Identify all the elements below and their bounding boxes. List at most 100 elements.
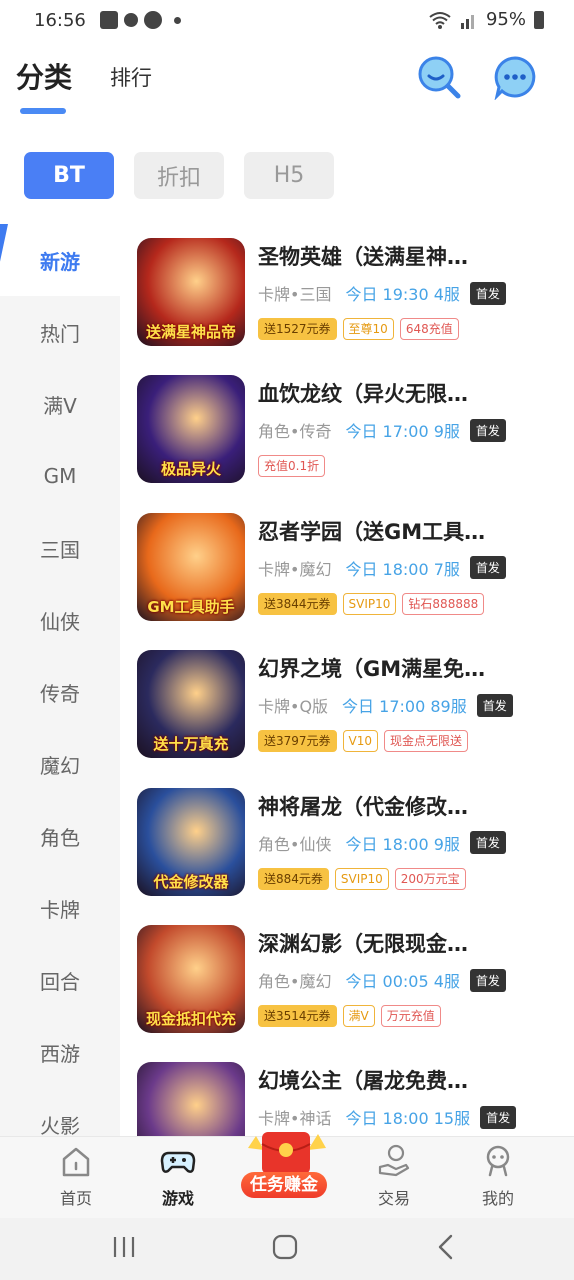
sidebar-item-turn-based[interactable]: 回合	[0, 944, 120, 1016]
game-tags: 送3797元券 V10 现金点无限送	[258, 730, 469, 753]
game-meta: 角色•仙侠 今日 18:00 9服 首发	[258, 831, 506, 855]
sidebar-item-legend[interactable]: 传奇	[0, 656, 120, 728]
game-meta: 角色•魔幻 今日 00:05 4服 首发	[258, 968, 506, 992]
recent-apps-icon[interactable]	[112, 1234, 136, 1260]
message-icon	[494, 56, 536, 101]
game-tags: 送884元券 SVIP10 200万元宝	[258, 867, 466, 890]
game-icon-caption: 送满星神品帝	[145, 323, 236, 341]
back-icon[interactable]	[436, 1234, 456, 1260]
first-release-badge: 首发	[480, 1105, 517, 1129]
server-open-time: 今日 17:00 9服	[345, 422, 460, 442]
game-name: 神将屠龙（代金修改…	[258, 794, 468, 819]
game-card[interactable]: GM工具助手 忍者学园（送GM工具… 卡牌•魔幻 今日 18:00 7服 首发 送3844…	[120, 499, 574, 636]
game-tags: 送3844元券 SVIP10 钻石888888	[258, 592, 485, 615]
sidebar-item-rpg[interactable]: 角色	[0, 800, 120, 872]
game-icon[interactable]: 现金抵扣代充	[137, 925, 245, 1033]
tab-ranking[interactable]: 排行	[110, 62, 152, 92]
sidebar-item-fantasy[interactable]: 魔幻	[0, 728, 120, 800]
chip-bt[interactable]: BT	[24, 152, 114, 199]
game-card[interactable]: 现金抵扣代充 深渊幻影（无限现金… 角色•魔幻 今日 00:05 4服 首发 送3514元…	[120, 911, 574, 1048]
game-card[interactable]: 送满星神品帝 圣物英雄（送满星神… 卡牌•三国 今日 19:30 4服 首发 送1527元…	[120, 224, 574, 361]
sidebar-item-new[interactable]: 新游	[0, 224, 120, 296]
battery-icon	[534, 10, 544, 29]
status-time: 16:56	[34, 9, 86, 31]
tag-coupon: 送3797元券	[258, 730, 337, 753]
sidebar-item-hot[interactable]: 热门	[0, 296, 120, 368]
chip-h5[interactable]: H5	[244, 152, 334, 199]
home-icon	[62, 1147, 90, 1177]
tab-category[interactable]: 分类	[16, 56, 72, 96]
first-release-badge: 首发	[469, 281, 506, 305]
tag-vip: 至尊10	[342, 318, 394, 340]
nav-home[interactable]: 首页	[26, 1137, 126, 1219]
game-meta: 卡牌•三国 今日 19:30 4服 首发	[258, 281, 506, 305]
nav-games[interactable]: 游戏	[128, 1137, 228, 1219]
sidebar-item-journey-west[interactable]: 西游	[0, 1016, 120, 1088]
sidebar-item-gm[interactable]: GM	[0, 440, 120, 512]
game-card[interactable]: 送十万真充 幻界之境（GM满星免… 卡牌•Q版 今日 17:00 89服 首发 送3797…	[120, 636, 574, 773]
game-name: 幻界之境（GM满星免…	[258, 657, 486, 682]
trade-icon	[378, 1144, 410, 1177]
game-icon[interactable]: 送十万真充	[137, 650, 245, 759]
server-open-time: 今日 17:00 89服	[342, 697, 467, 717]
nav-mine[interactable]: 我的	[448, 1137, 548, 1219]
game-icon[interactable]: 送满星神品帝	[137, 238, 245, 346]
nav-trade[interactable]: 交易	[344, 1137, 444, 1219]
sidebar-item-card[interactable]: 卡牌	[0, 872, 120, 944]
signal-icon	[460, 14, 474, 29]
game-card[interactable]: 幻境公主（屠龙免费… 卡牌•神话 今日 18:00 15服 首发	[120, 1048, 574, 1136]
tag-vip: 满V	[342, 1005, 375, 1027]
app-notification-icon	[143, 11, 162, 29]
tag-recharge: 200万元宝	[394, 867, 466, 890]
nav-home-label: 首页	[59, 1189, 92, 1208]
game-genre: 卡牌•魔幻	[258, 559, 332, 579]
search-button[interactable]	[416, 54, 462, 100]
game-icon[interactable]: GM工具助手	[137, 512, 245, 621]
chip-discount[interactable]: 折扣	[134, 152, 224, 199]
nav-trade-label: 交易	[377, 1189, 410, 1208]
first-release-badge: 首发	[476, 693, 513, 717]
tag-recharge: 648充值	[399, 318, 459, 340]
tag-recharge: 万元充值	[380, 1005, 441, 1027]
battery-percent: 95%	[485, 9, 526, 30]
first-release-badge: 首发	[469, 968, 506, 992]
sidebar-item-max-vip[interactable]: 满V	[0, 368, 120, 440]
game-name: 深渊幻影（无限现金…	[258, 932, 468, 956]
game-genre: 卡牌•三国	[258, 285, 332, 304]
game-tags: 充值0.1折	[258, 455, 326, 478]
game-icon-caption: 送十万真充	[153, 735, 229, 754]
server-open-time: 今日 18:00 9服	[345, 834, 460, 854]
game-genre: 卡牌•Q版	[258, 697, 329, 717]
more-notifications-icon	[173, 16, 181, 24]
red-envelope-icon	[248, 1132, 326, 1174]
game-icon[interactable]: 代金修改器	[137, 787, 245, 896]
game-name: 血饮龙纹（异火无限…	[258, 382, 468, 407]
game-meta: 角色•传奇 今日 17:00 9服 首发	[258, 418, 506, 442]
game-name: 幻境公主（屠龙免费…	[258, 1069, 468, 1094]
tag-recharge: 现金点无限送	[384, 730, 469, 753]
game-card[interactable]: 代金修改器 神将屠龙（代金修改… 角色•仙侠 今日 18:00 9服 首发 送884元券 S…	[120, 774, 574, 911]
game-name: 圣物英雄（送满星神…	[258, 245, 468, 269]
game-icon[interactable]	[137, 1062, 245, 1136]
game-icon[interactable]: 极品异火	[137, 375, 245, 484]
message-button[interactable]	[492, 54, 538, 101]
tag-vip: SVIP10	[334, 867, 389, 890]
sidebar-item-three-kingdoms[interactable]: 三国	[0, 512, 120, 584]
server-open-time: 今日 19:30 4服	[345, 285, 460, 304]
home-system-icon[interactable]	[272, 1234, 298, 1260]
server-open-time: 今日 18:00 7服	[345, 559, 460, 579]
app-screen: 16:56 95% 分类 排行 BT 折扣 H5 新游 热门 满V GM 三国 …	[0, 0, 574, 1280]
game-card[interactable]: 极品异火 血饮龙纹（异火无限… 角色•传奇 今日 17:00 9服 首发 充值0.1折	[120, 361, 574, 498]
game-name: 忍者学园（送GM工具…	[258, 519, 486, 544]
game-icon-caption: 代金修改器	[153, 872, 229, 891]
sidebar-item-xianxia[interactable]: 仙侠	[0, 584, 120, 656]
task-earn-label: 任务赚金	[241, 1172, 327, 1198]
sidebar-item-naruto[interactable]: 火影	[0, 1088, 120, 1137]
tag-recharge: 充值0.1折	[258, 455, 326, 478]
nav-games-label: 游戏	[161, 1189, 194, 1208]
gallery-notification-icon	[99, 11, 118, 29]
game-tags: 送3514元券 满V 万元充值	[258, 1005, 441, 1027]
first-release-badge: 首发	[469, 418, 506, 442]
active-tab-indicator	[20, 108, 66, 114]
game-genre: 卡牌•神话	[258, 1109, 332, 1129]
